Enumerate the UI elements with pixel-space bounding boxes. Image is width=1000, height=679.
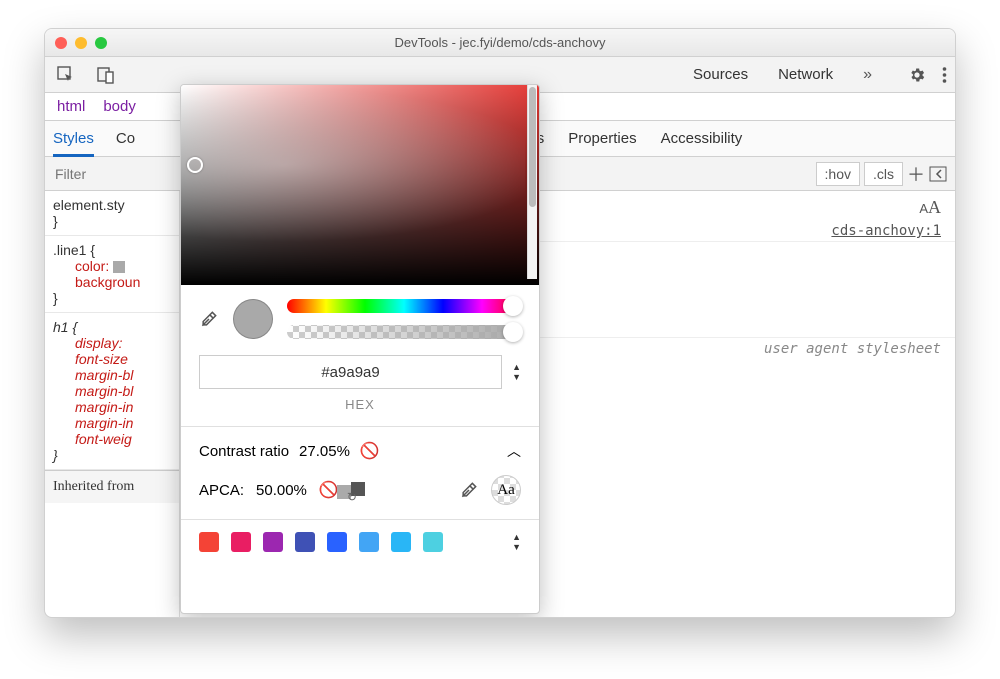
- saturation-value-area[interactable]: [181, 85, 539, 285]
- color-cursor[interactable]: [187, 157, 203, 173]
- tab-properties[interactable]: Properties: [568, 130, 636, 147]
- swatch-8[interactable]: [423, 532, 443, 552]
- eyedropper-icon[interactable]: [199, 309, 219, 329]
- tab-network[interactable]: Network: [776, 66, 835, 84]
- inherited-from-label: Inherited from: [45, 470, 179, 503]
- hue-slider[interactable]: [287, 299, 521, 313]
- current-color-preview: [233, 299, 273, 339]
- hex-input[interactable]: [199, 355, 502, 389]
- breadcrumb-body[interactable]: body: [103, 98, 136, 115]
- prop-background[interactable]: backgroun: [53, 274, 171, 290]
- hue-thumb[interactable]: [503, 296, 523, 316]
- devtools-window: DevTools - jec.fyi/demo/cds-anchovy Sour…: [44, 28, 956, 618]
- palette-swatches: ▲▼: [181, 519, 539, 564]
- rule-line1-selector[interactable]: .line1 {: [53, 242, 171, 258]
- swatch-4[interactable]: [295, 532, 315, 552]
- contrast-expand-icon[interactable]: ︿: [507, 441, 521, 461]
- color-picker-popup: ▲▼ HEX Contrast ratio 27.05% 🚫 ︿ APCA: 5…: [180, 84, 540, 614]
- prop-margin-inline-1[interactable]: margin-in: [53, 399, 171, 415]
- swatch-5[interactable]: [327, 532, 347, 552]
- alpha-slider[interactable]: [287, 325, 521, 339]
- window-title: DevTools - jec.fyi/demo/cds-anchovy: [45, 35, 955, 50]
- rule-h1-selector[interactable]: h1 {: [53, 319, 171, 335]
- contrast-ratio-label: Contrast ratio: [199, 443, 289, 460]
- source-link[interactable]: cds-anchovy:1: [831, 223, 941, 239]
- swap-colors-icon[interactable]: ↻: [351, 482, 361, 499]
- styles-rules-panel: element.sty } .line1 { color: backgroun …: [45, 191, 180, 617]
- contrast-ratio-value: 27.05%: [299, 443, 350, 460]
- tab-styles[interactable]: Styles: [53, 130, 94, 157]
- tab-accessibility[interactable]: Accessibility: [661, 130, 743, 147]
- font-aa-icon[interactable]: AA: [919, 197, 941, 218]
- rule-element-style[interactable]: element.sty: [53, 197, 171, 213]
- titlebar: DevTools - jec.fyi/demo/cds-anchovy: [45, 29, 955, 57]
- picker-scrollbar[interactable]: [527, 85, 537, 279]
- apca-fail-icon: 🚫: [319, 480, 339, 500]
- sidebar-toggle-icon[interactable]: [929, 166, 947, 182]
- prop-font-weight[interactable]: font-weig: [53, 431, 171, 447]
- device-toolbar-icon[interactable]: [93, 63, 119, 87]
- new-style-rule-button[interactable]: ＋: [907, 161, 925, 187]
- swatch-1[interactable]: [199, 532, 219, 552]
- color-swatch-icon[interactable]: [113, 261, 125, 273]
- apca-value: 50.00%: [256, 482, 307, 499]
- tab-computed-cut[interactable]: Co: [116, 130, 135, 147]
- prop-color[interactable]: color:: [53, 258, 171, 274]
- tab-sources[interactable]: Sources: [691, 66, 750, 84]
- more-tabs-icon[interactable]: »: [861, 66, 874, 84]
- inspect-element-icon[interactable]: [53, 63, 79, 87]
- hov-toggle[interactable]: :hov: [816, 162, 860, 186]
- apca-label: APCA:: [199, 482, 244, 499]
- swatch-3[interactable]: [263, 532, 283, 552]
- swatch-7[interactable]: [391, 532, 411, 552]
- prop-margin-block-1[interactable]: margin-bl: [53, 367, 171, 383]
- kebab-menu-icon[interactable]: [942, 66, 947, 84]
- swatch-2[interactable]: [231, 532, 251, 552]
- prop-margin-inline-2[interactable]: margin-in: [53, 415, 171, 431]
- contrast-fail-icon: 🚫: [360, 441, 380, 461]
- prop-font-size[interactable]: font-size: [53, 351, 171, 367]
- hex-label: HEX: [181, 397, 539, 412]
- palette-spinner[interactable]: ▲▼: [512, 533, 521, 551]
- swatch-6[interactable]: [359, 532, 379, 552]
- bg-eyedropper-icon[interactable]: [459, 480, 479, 500]
- user-agent-stylesheet-label: user agent stylesheet: [764, 341, 941, 357]
- prop-margin-block-2[interactable]: margin-bl: [53, 383, 171, 399]
- breadcrumb-html[interactable]: html: [57, 98, 85, 115]
- contrast-preview-badge: Aa: [491, 475, 521, 505]
- prop-display[interactable]: display:: [53, 335, 171, 351]
- settings-gear-icon[interactable]: [908, 66, 926, 84]
- cls-toggle[interactable]: .cls: [864, 162, 903, 186]
- alpha-thumb[interactable]: [503, 322, 523, 342]
- format-spinner[interactable]: ▲▼: [512, 363, 521, 381]
